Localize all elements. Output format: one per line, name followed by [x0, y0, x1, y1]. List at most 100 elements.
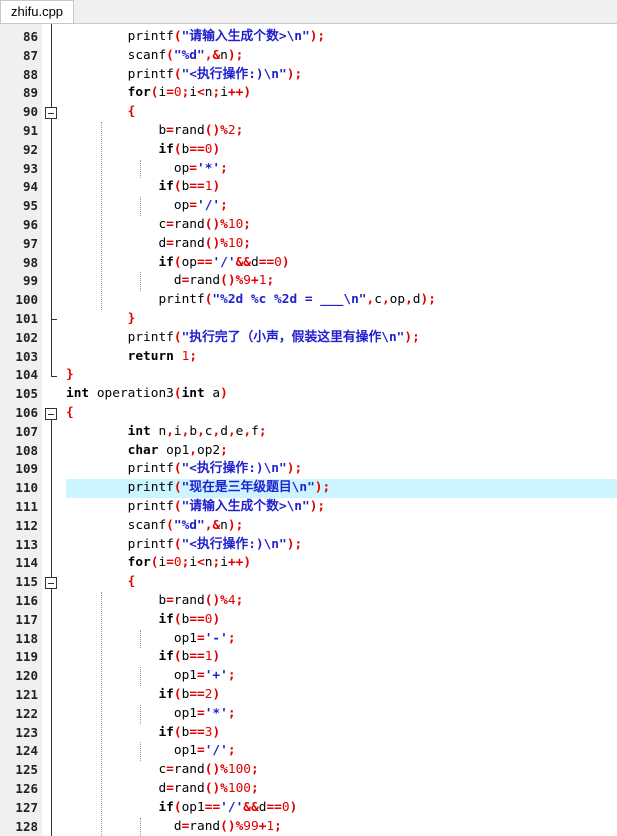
fold-collapse-icon[interactable]	[45, 106, 57, 119]
line-number: 106	[15, 405, 38, 420]
indent-guide	[101, 592, 102, 836]
code-line-114[interactable]: 114 for(i=0;i<n;i++)	[0, 554, 617, 573]
code-line-87[interactable]: 87 scanf("%d",&n);	[0, 47, 617, 66]
code-line-103[interactable]: 103 return 1;	[0, 348, 617, 367]
code-line-127[interactable]: 127 if(op1=='/'&&d==0)	[0, 799, 617, 818]
line-code: if(b==2)	[158, 687, 221, 702]
code-line-88[interactable]: 88 printf("<执行操作:)\n");	[0, 66, 617, 85]
line-code: printf("请输入生成个数>\n");	[66, 29, 326, 44]
line-number: 93	[22, 160, 38, 176]
code-line-99[interactable]: 99 d=rand()%9+1;	[0, 272, 617, 291]
indent-guide	[140, 197, 141, 216]
line-number: 99	[22, 273, 38, 289]
line-number: 118	[15, 630, 38, 646]
code-line-96[interactable]: 96 c=rand()%10;	[0, 216, 617, 235]
line-code: return 1;	[127, 348, 198, 364]
line-code: if(op1=='/'&&d==0)	[158, 799, 298, 815]
line-code: if(b==3)	[158, 724, 221, 740]
code-line-120[interactable]: 120 op1='+';	[0, 667, 617, 686]
line-number: 89	[22, 85, 38, 101]
code-line-97[interactable]: 97 d=rand()%10;	[0, 235, 617, 254]
fold-collapse-icon[interactable]	[45, 576, 57, 589]
line-code: scanf("%d",&n);	[66, 517, 244, 533]
code-editor[interactable]: 86 printf("请输入生成个数>\n"); 87 scanf("%d",&n…	[0, 24, 617, 836]
line-number: 114	[15, 555, 38, 571]
indent-guide	[140, 667, 141, 686]
line-number: 88	[22, 66, 38, 82]
indent-guide	[140, 159, 141, 179]
line-code: op1='+';	[66, 668, 236, 684]
code-line-93[interactable]: 93 op='*';	[0, 160, 617, 179]
code-line-101[interactable]: 101 }	[0, 310, 617, 329]
code-line-123[interactable]: 123 if(b==3)	[0, 724, 617, 743]
code-line-104[interactable]: 104}	[0, 366, 617, 385]
code-line-89[interactable]: 89 for(i=0;i<n;i++)	[0, 84, 617, 103]
code-line-98[interactable]: 98 if(op=='/'&&d==0)	[0, 254, 617, 273]
fold-line	[50, 319, 52, 376]
line-code: op='/';	[66, 198, 228, 214]
code-line-117[interactable]: 117 if(b==0)	[0, 611, 617, 630]
line-code: printf("现在是三年级题目\n");	[66, 479, 617, 498]
code-line-118[interactable]: 118 op1='-';	[0, 630, 617, 649]
line-number: 86	[22, 29, 38, 44]
fold-collapse-icon[interactable]	[45, 407, 57, 420]
tab-bar: zhifu.cpp	[0, 0, 617, 24]
line-number: 112	[15, 517, 38, 533]
fold-line	[50, 419, 52, 577]
fold-line	[50, 588, 52, 836]
code-line-90[interactable]: 90 {	[0, 103, 617, 122]
line-number: 94	[22, 179, 38, 195]
code-line-106[interactable]: 106 {	[0, 404, 617, 423]
line-number: 111	[15, 499, 38, 514]
code-line-119[interactable]: 119 if(b==1)	[0, 648, 617, 667]
line-code: if(b==0)	[158, 141, 221, 157]
code-line-108[interactable]: 108 char op1,op2;	[0, 442, 617, 461]
code-line-126[interactable]: 126 d=rand()%100;	[0, 780, 617, 799]
line-code: op1='-';	[66, 630, 236, 646]
indent-guide	[140, 817, 141, 836]
code-line-115[interactable]: 115 {	[0, 573, 617, 592]
line-number: 121	[15, 687, 38, 702]
line-code: d=rand()%10;	[66, 235, 252, 251]
code-line-125[interactable]: 125 c=rand()%100;	[0, 761, 617, 780]
code-line-91[interactable]: 91 b=rand()%2;	[0, 122, 617, 141]
code-line-109[interactable]: 109 printf("<执行操作:)\n");	[0, 460, 617, 479]
code-line-94[interactable]: 94 if(b==1)	[0, 178, 617, 197]
code-line-95[interactable]: 95 op='/';	[0, 197, 617, 216]
code-line-122[interactable]: 122 op1='*';	[0, 705, 617, 724]
indent-guide	[140, 629, 141, 649]
code-line-107[interactable]: 107 int n,i,b,c,d,e,f;	[0, 423, 617, 442]
line-code: if(b==1)	[158, 649, 221, 665]
line-code: op1='*';	[66, 705, 236, 721]
code-line-112[interactable]: 112 scanf("%d",&n);	[0, 517, 617, 536]
line-number: 91	[22, 123, 38, 138]
code-line-111[interactable]: 111 printf("请输入生成个数>\n");	[0, 498, 617, 517]
line-code: for(i=0;i<n;i++)	[127, 85, 252, 101]
code-line-102[interactable]: 102 printf("执行完了（小声，假装这里有操作\n");	[0, 329, 617, 348]
line-number: 109	[15, 461, 38, 477]
code-line-100[interactable]: 100 printf("%2d %c %2d = ___\n",c,op,d);	[0, 291, 617, 310]
code-line-92[interactable]: 92 if(b==0)	[0, 141, 617, 160]
line-number: 125	[15, 762, 38, 778]
tab-zhifu-cpp[interactable]: zhifu.cpp	[0, 0, 75, 23]
line-number: 126	[15, 781, 38, 796]
code-line-128[interactable]: 128 d=rand()%99+1;	[0, 818, 617, 836]
line-number: 102	[15, 329, 38, 345]
line-code: d=rand()%100;	[66, 781, 259, 796]
line-number: 128	[15, 818, 38, 834]
line-code: scanf("%d",&n);	[66, 47, 244, 63]
line-number: 97	[22, 235, 38, 251]
code-line-105[interactable]: 105 int operation3(int a)	[0, 385, 617, 404]
code-line-110[interactable]: 110 printf("现在是三年级题目\n");	[0, 479, 617, 498]
code-line-121[interactable]: 121 if(b==2)	[0, 686, 617, 705]
line-number: 90	[22, 104, 38, 120]
line-code: b=rand()%4;	[66, 593, 244, 608]
code-line-116[interactable]: 116 b=rand()%4;	[0, 592, 617, 611]
fold-line	[50, 118, 52, 320]
code-line-113[interactable]: 113 printf("<执行操作:)\n");	[0, 536, 617, 555]
code-line-86[interactable]: 86 printf("请输入生成个数>\n");	[0, 28, 617, 47]
line-code: printf("%2d %c %2d = ___\n",c,op,d);	[66, 292, 436, 308]
line-number: 104	[15, 367, 38, 383]
code-line-124[interactable]: 124 op1='/';	[0, 742, 617, 761]
line-code: d=rand()%99+1;	[66, 818, 282, 834]
